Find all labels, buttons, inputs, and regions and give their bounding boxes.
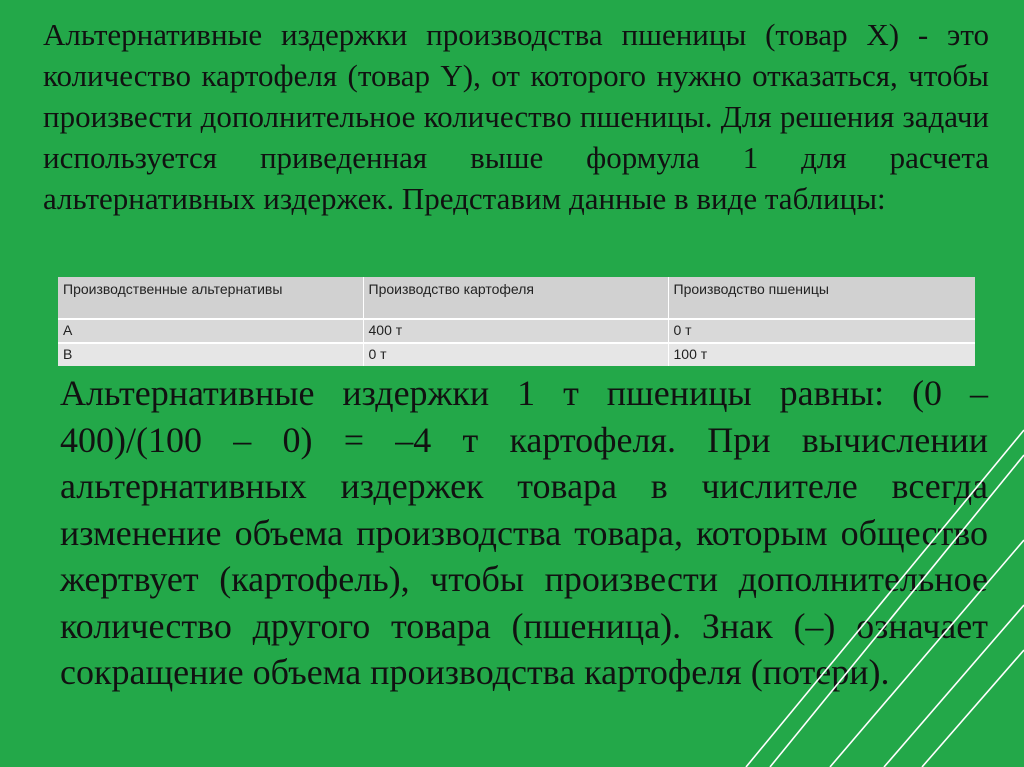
alternatives-table: Производственные альтернативы Производст…	[58, 277, 975, 366]
table-header-cell: Производственные альтернативы	[58, 277, 364, 319]
explanation-paragraph: Альтернативные издержки 1 т пшеницы равн…	[60, 373, 988, 692]
table-header-row: Производственные альтернативы Производст…	[58, 277, 975, 319]
table-cell: А	[58, 318, 364, 343]
intro-paragraph: Альтернативные издержки производства пше…	[43, 17, 989, 216]
table-cell: 100 т	[668, 342, 975, 366]
table-cell: В	[58, 342, 364, 366]
table-header-cell: Производство пшеницы	[668, 277, 975, 319]
table-cell: 400 т	[363, 318, 669, 343]
table-cell: 0 т	[363, 342, 669, 366]
table-header-cell: Производство картофеля	[363, 277, 669, 319]
table-row: В 0 т 100 т	[58, 342, 975, 366]
table-cell: 0 т	[668, 318, 975, 343]
table-row: А 400 т 0 т	[58, 318, 975, 343]
